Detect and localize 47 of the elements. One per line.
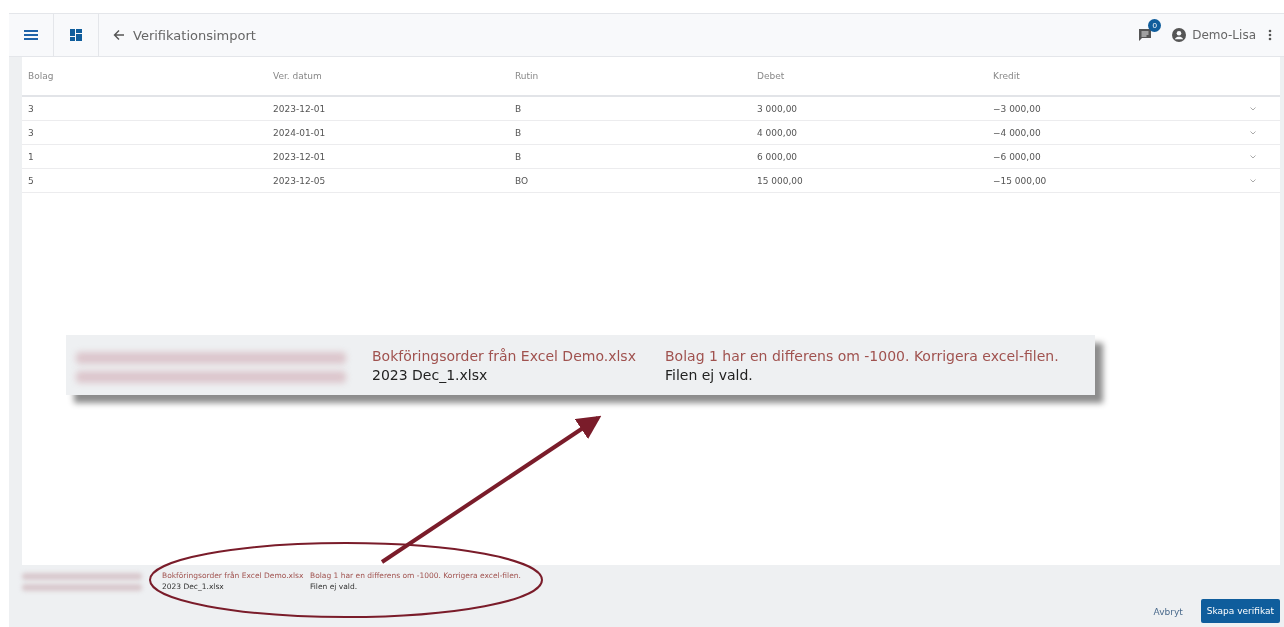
- table-cell-text: 2023-12-01: [273, 103, 327, 114]
- table-cell-text: 2023-12-05: [273, 175, 327, 186]
- table-cell-text: −15 000,00: [993, 175, 1048, 186]
- table-cell-text: B: [515, 127, 523, 138]
- table-cell-text: 2023-12-01: [273, 151, 327, 162]
- caret-icon: [1250, 106, 1256, 111]
- back-button[interactable]: [113, 29, 125, 41]
- back-arrow-icon: [113, 29, 125, 41]
- table-cell-text: 3 000,00: [757, 103, 799, 114]
- dashboard-icon: [70, 29, 82, 41]
- user-icon: [1172, 28, 1187, 42]
- table-cell-text: −6 000,00: [993, 151, 1042, 162]
- more-icon: [1268, 29, 1272, 41]
- table-cell-text: 4 000,00: [757, 127, 799, 138]
- table-cell-text: 3: [28, 127, 35, 138]
- table-cell-text: BO: [515, 175, 530, 186]
- table-cell-text: 15 000,00: [757, 175, 804, 186]
- caret-icon: [1250, 130, 1256, 135]
- table-cell-text: 2024-01-01: [273, 127, 327, 138]
- menu-icon: [24, 30, 38, 40]
- table-cell-text: 3: [28, 103, 35, 114]
- chat-icon: [1138, 28, 1153, 42]
- table-cell-text: B: [515, 103, 523, 114]
- create-button[interactable]: Skapa verifikat: [1200, 599, 1280, 623]
- user-menu[interactable]: Demo-Lisa: [1172, 28, 1256, 42]
- table-cell-text: B: [515, 151, 523, 162]
- column-header: Debet: [757, 71, 786, 81]
- table-cell-text: 6 000,00: [757, 151, 799, 162]
- caret-icon: [1250, 178, 1256, 183]
- file-name: 2023 Dec_1.xlsx: [372, 366, 489, 383]
- page-title: Verifikationsimport: [133, 27, 256, 43]
- table-cell-text: −4 000,00: [993, 127, 1042, 138]
- status-message: Bolag 1 har en differens om -1000. Korrigera excel-filen.: [665, 347, 1060, 364]
- messages-button[interactable]: 0: [1138, 19, 1162, 42]
- column-header: Rutin: [515, 71, 540, 81]
- more-button[interactable]: [1268, 29, 1272, 41]
- table-cell-text: 5: [28, 175, 35, 186]
- column-header: Kredit: [993, 71, 1021, 81]
- status-message: Filen ej vald.: [665, 366, 754, 383]
- column-header: Bolag: [28, 71, 55, 81]
- file-name: Bokföringsorder från Excel Demo.xlsx: [372, 347, 637, 364]
- table-cell-text: 1: [28, 151, 35, 162]
- notification-badge: 0: [1148, 19, 1162, 32]
- caret-icon: [1250, 154, 1256, 159]
- column-header: Ver. datum: [273, 71, 323, 81]
- table-cell-text: −3 000,00: [993, 103, 1042, 114]
- cancel-button[interactable]: Avbryt: [1145, 601, 1191, 623]
